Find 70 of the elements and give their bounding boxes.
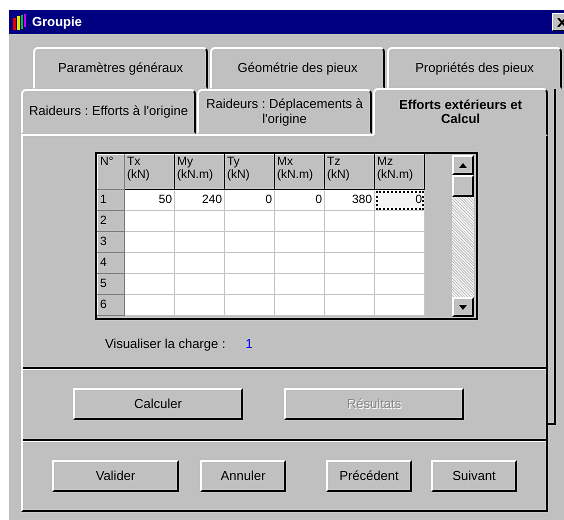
table-cell[interactable] [174,294,224,316]
table-cell[interactable] [124,232,174,252]
table-cell[interactable] [124,210,174,232]
load-label: Visualiser la charge : [105,335,226,353]
table-cell[interactable] [374,232,424,252]
table-cell[interactable] [224,232,274,252]
table-cell[interactable] [374,252,424,274]
table-cell[interactable] [124,252,174,274]
scroll-thumb[interactable] [452,175,474,197]
up-arrow-icon [459,162,467,168]
tab[interactable]: Propriétés des pieux [387,47,562,89]
row-header: 4 [98,252,124,274]
table-cell[interactable] [374,210,424,232]
table-cell[interactable] [374,294,424,316]
column-header: Tz (kN) [324,154,374,190]
tab[interactable]: Raideurs : Déplacements à l'origine [197,89,372,134]
table-cell[interactable] [124,274,174,294]
load-value: 1 [245,335,253,353]
table-cell[interactable] [274,210,324,232]
row-header: 6 [98,294,124,316]
column-header: N° [98,154,124,190]
table-cell[interactable] [274,252,324,274]
table-cell[interactable] [174,210,224,232]
tab[interactable]: Géométrie des pieux [210,47,385,89]
table-cell[interactable] [324,210,374,232]
table-cell[interactable]: 0 [224,190,274,210]
table-cell[interactable] [224,252,274,274]
scroll-up-button[interactable] [452,155,474,175]
table-cell[interactable] [224,274,274,294]
table-cell[interactable]: 0 [374,190,424,210]
push-button[interactable]: Précédent [326,460,412,492]
close-icon [557,18,564,26]
table-cell[interactable] [324,232,374,252]
row-header: 1 [98,190,124,210]
column-header: Tx (kN) [124,154,174,190]
row-header: 2 [98,210,124,232]
table-cell[interactable]: 50 [124,190,174,210]
column-header: Mz (kN.m) [374,154,424,190]
push-button[interactable]: Valider [52,460,179,492]
column-header: Ty (kN) [224,154,274,190]
scroll-down-button[interactable] [452,297,474,317]
table-cell[interactable] [274,274,324,294]
tab[interactable]: Paramètres généraux [33,47,208,89]
tab[interactable]: Efforts extérieurs et Calcul [373,88,548,136]
table-cell[interactable] [374,274,424,294]
table-cell[interactable] [324,274,374,294]
row-header: 3 [98,232,124,252]
table-cell[interactable] [324,294,374,316]
down-arrow-icon [459,304,467,310]
column-header: Mx (kN.m) [274,154,324,190]
table-cell[interactable] [174,232,224,252]
row-header: 5 [98,274,124,294]
table-cell[interactable] [274,232,324,252]
table-cell[interactable]: 240 [174,190,224,210]
push-button[interactable]: Annuler [200,460,286,492]
table-cell[interactable] [174,252,224,274]
push-button[interactable]: Calculer [73,388,243,420]
table-cell[interactable] [224,294,274,316]
window-title: Groupie [32,13,82,32]
app-icon [13,14,27,30]
column-header: My (kN.m) [174,154,224,190]
tab[interactable]: Raideurs : Efforts à l'origine [21,89,196,134]
table-cell[interactable] [124,294,174,316]
push-button[interactable]: Suivant [431,460,517,492]
table-cell[interactable] [324,252,374,274]
table-cell[interactable] [224,210,274,232]
table-cell[interactable]: 0 [274,190,324,210]
table-cell[interactable] [174,274,224,294]
scrollbar[interactable] [452,155,474,317]
table-cell[interactable] [274,294,324,316]
